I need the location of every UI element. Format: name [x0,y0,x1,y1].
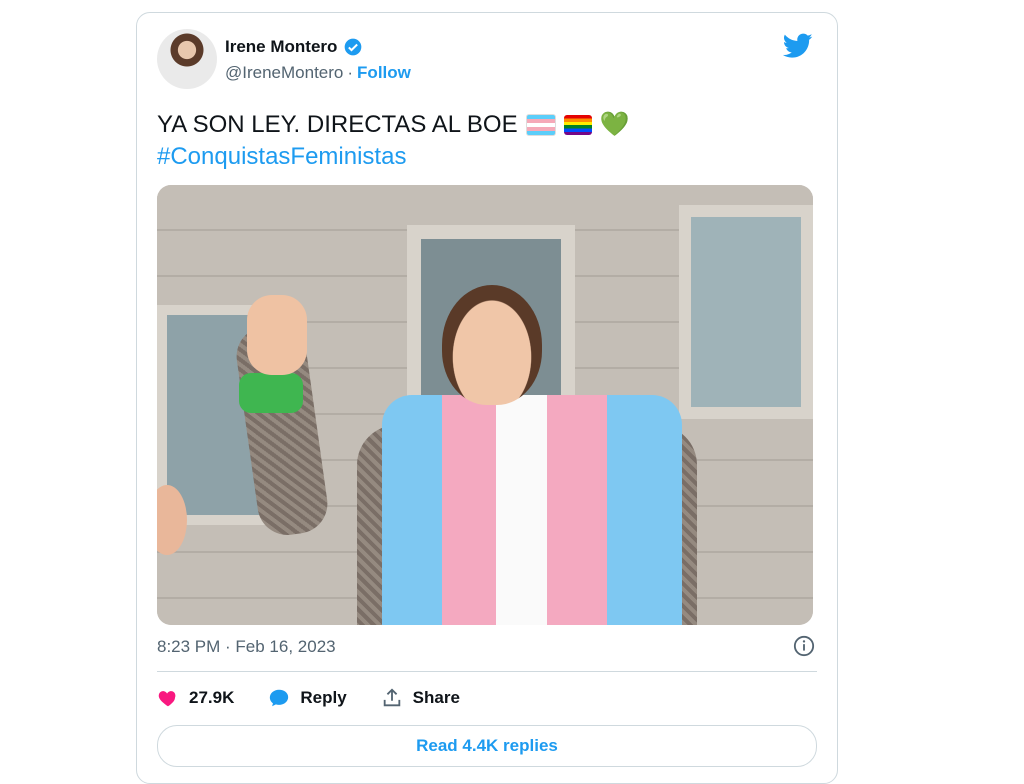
rainbow-flag-icon [563,115,592,135]
share-icon [383,688,400,707]
like-count: 27.9K [189,688,235,707]
verified-badge-icon [345,38,362,56]
tweet-text: YA SON LEY. DIRECTAS AL BOE 💚 #Conquista… [157,109,629,173]
reply-label: Reply [300,688,347,707]
heart-icon [158,691,176,707]
share-button[interactable]: Share [381,687,460,709]
info-icon[interactable] [793,635,815,657]
author-name[interactable]: Irene Montero [225,37,337,57]
reply-bubble-icon [270,689,289,707]
share-label: Share [412,688,460,707]
photo-person-face [442,285,542,405]
tweet-photo[interactable] [157,185,813,625]
trans-flag-icon [525,114,556,136]
photo-window [679,205,813,419]
tweet-timestamp[interactable]: 8:23 PM · Feb 16, 2023 [157,637,336,657]
author-handle[interactable]: @IreneMontero [225,63,343,83]
photo-trans-flag [382,395,682,625]
divider [157,671,817,672]
twitter-bird-icon[interactable] [783,33,813,59]
follow-button[interactable]: Follow [357,63,411,83]
read-replies-button[interactable]: Read 4.4K replies [157,725,817,767]
handle-row: @IreneMontero · Follow [225,63,411,83]
author-avatar[interactable] [157,29,217,89]
author-name-row: Irene Montero [225,37,363,57]
like-button[interactable]: 27.9K [157,687,234,709]
action-bar: 27.9K Reply Share [157,687,460,709]
tweet-text-line: YA SON LEY. DIRECTAS AL BOE [157,111,518,138]
tweet-card: Irene Montero @IreneMontero · Follow YA … [136,12,838,784]
photo-green-scarf [239,373,303,413]
reply-button[interactable]: Reply [268,687,347,709]
photo-fist [247,295,307,375]
separator-dot: · [347,63,354,82]
hashtag-link[interactable]: #ConquistasFeministas [157,141,406,173]
green-heart-icon: 💚 [599,111,630,138]
